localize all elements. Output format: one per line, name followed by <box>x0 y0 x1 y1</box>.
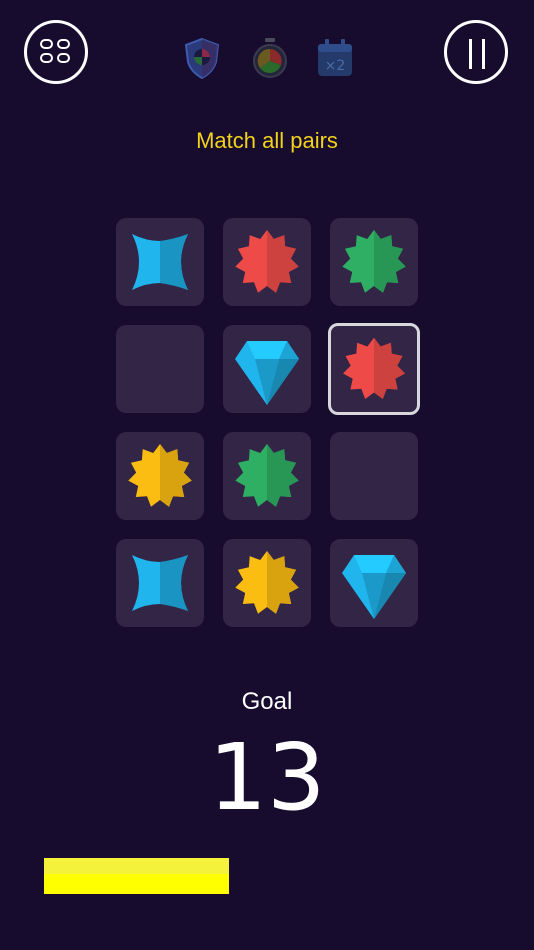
stopwatch-icon <box>253 38 287 78</box>
tile-burst[interactable] <box>328 323 420 415</box>
goal-label: Goal <box>241 688 293 715</box>
tile-diamond[interactable] <box>330 539 418 627</box>
tile-diamond[interactable] <box>223 325 311 413</box>
tile-burst[interactable] <box>116 432 204 520</box>
tile-burst[interactable] <box>223 218 311 306</box>
progress-bar <box>44 858 490 894</box>
timer-powerup[interactable] <box>248 36 292 80</box>
tile-star4[interactable] <box>116 539 204 627</box>
calendar-x2-icon: ×2 <box>318 39 352 76</box>
progress-fill <box>44 858 230 894</box>
tile-burst[interactable] <box>223 432 311 520</box>
instruction-title: Match all pairs <box>196 128 338 153</box>
tile-empty <box>330 432 418 520</box>
double-powerup[interactable]: ×2 <box>314 36 358 80</box>
menu-button[interactable] <box>24 20 88 84</box>
grid-menu-icon <box>40 39 72 65</box>
tile-burst[interactable] <box>330 218 418 306</box>
double-powerup-label: ×2 <box>325 58 346 74</box>
game-board <box>116 218 420 628</box>
powerups-bar: ×2 <box>180 36 356 82</box>
tile-star4[interactable] <box>116 218 204 306</box>
shield-powerup[interactable] <box>180 36 224 80</box>
goal-value: 13 <box>208 724 326 831</box>
shield-icon <box>184 37 220 80</box>
tile-empty <box>116 325 204 413</box>
pause-button[interactable] <box>444 20 508 84</box>
tile-burst[interactable] <box>223 539 311 627</box>
